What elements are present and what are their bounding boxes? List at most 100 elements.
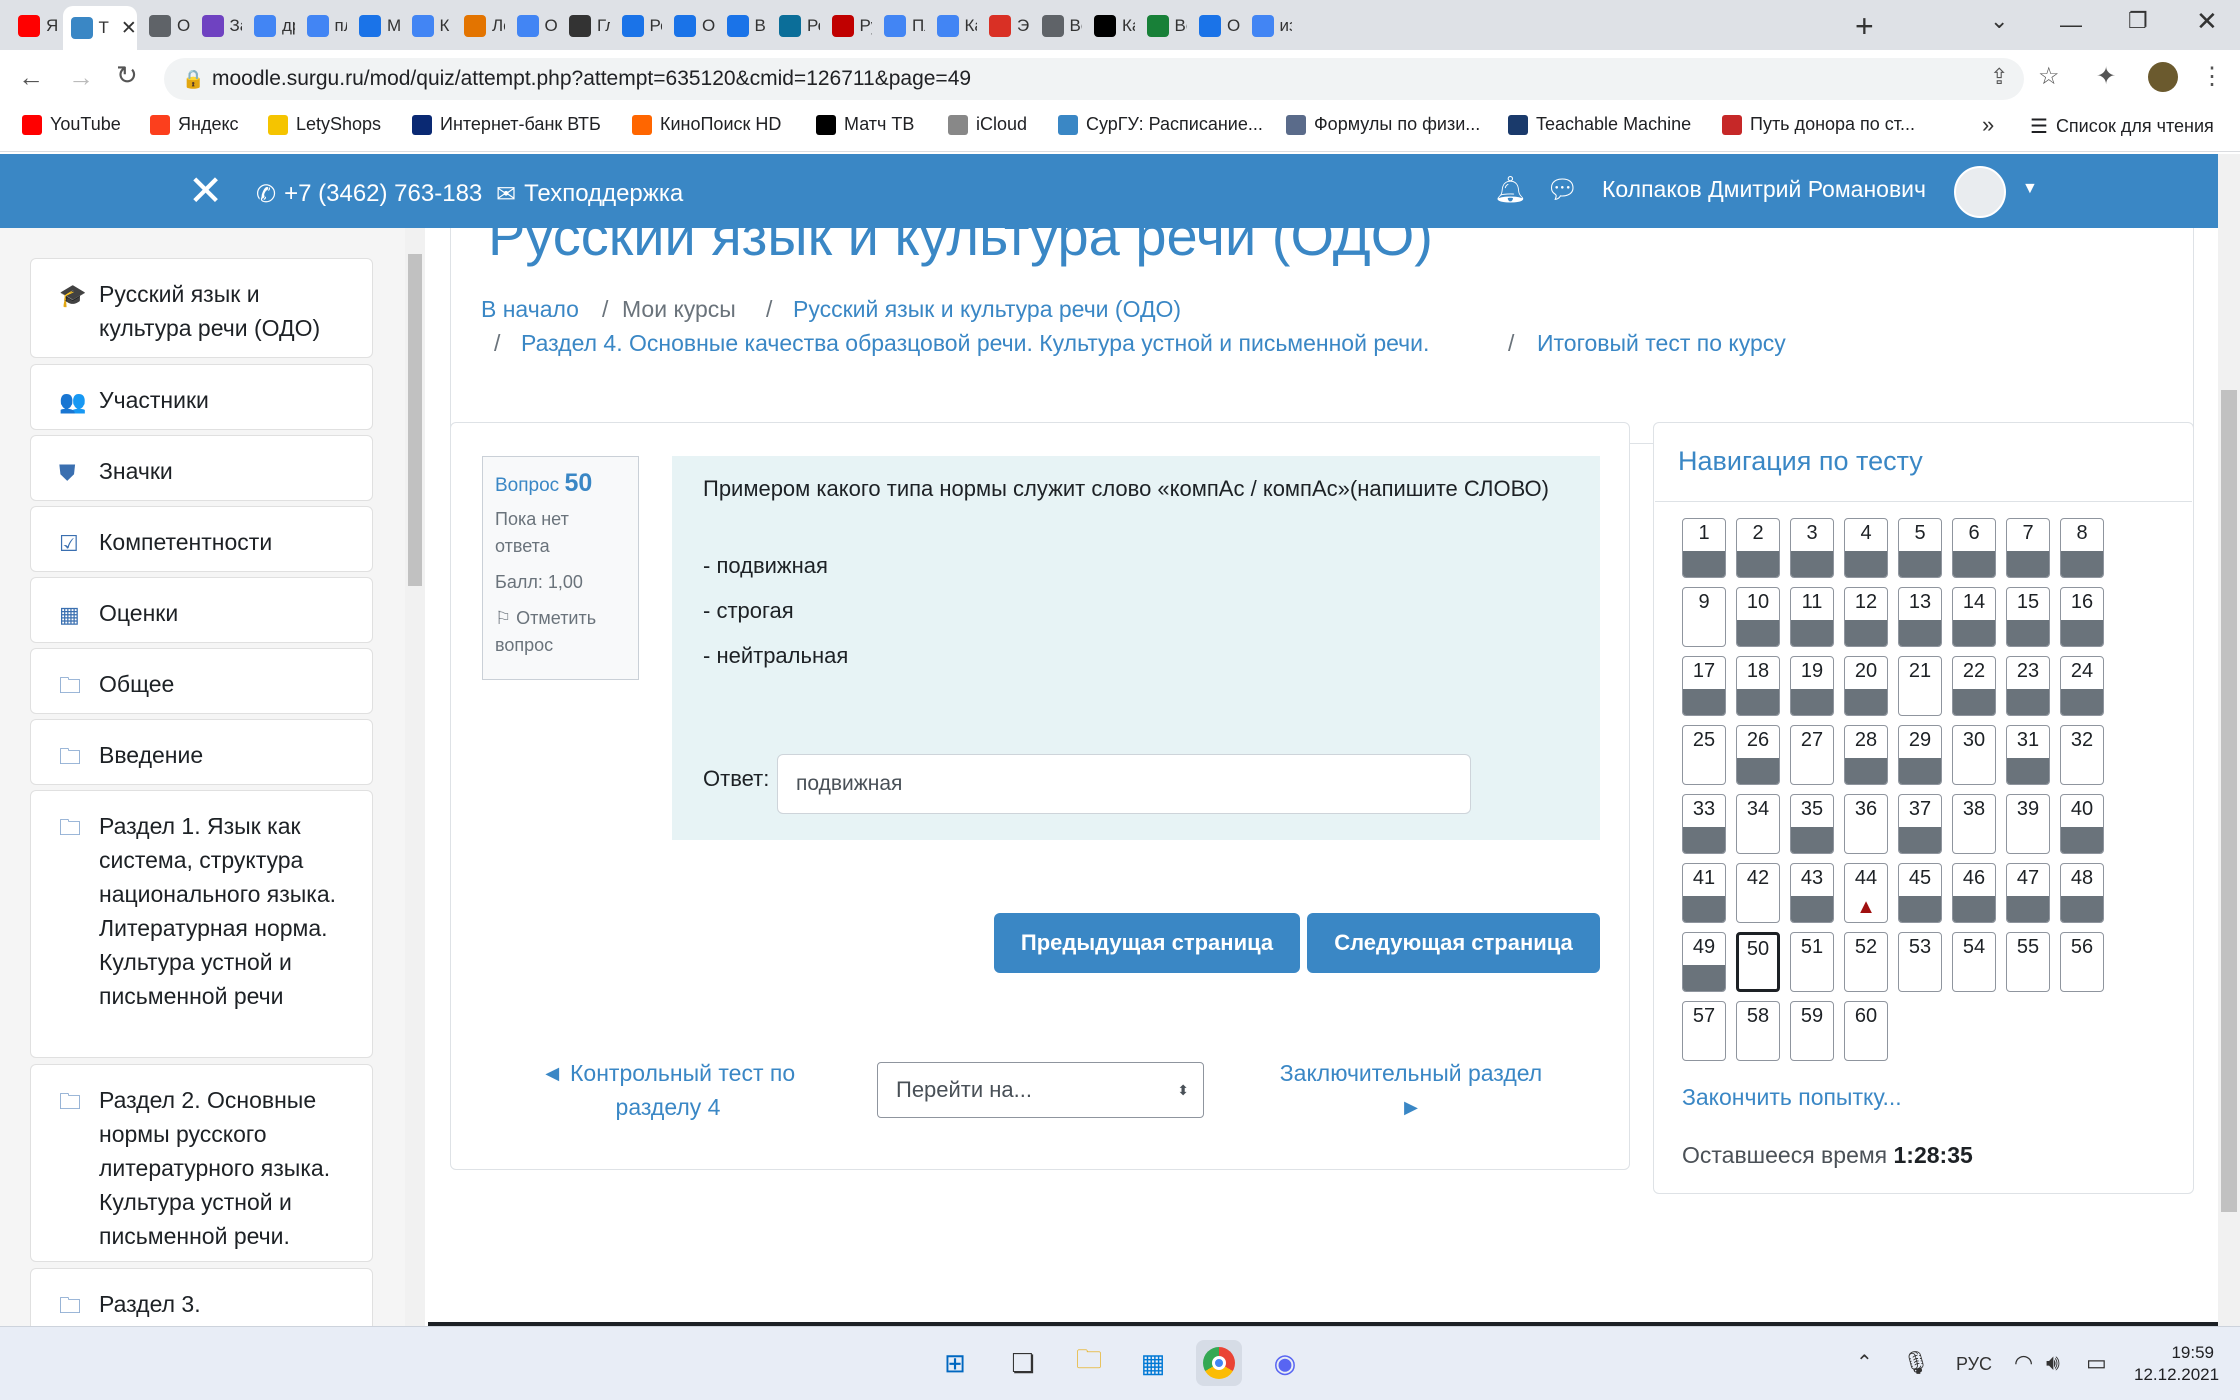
browser-tab[interactable]: др [246, 9, 295, 42]
browser-tab[interactable]: Ре [614, 9, 662, 42]
quiz-nav-button-11[interactable]: 11 [1790, 587, 1834, 647]
quiz-nav-button-25[interactable]: 25 [1682, 725, 1726, 785]
bookmark-item[interactable]: Яндекс [150, 114, 239, 135]
quiz-nav-button-50[interactable]: 50 [1736, 932, 1780, 992]
drawer-item[interactable]: ⛊ Значки [30, 435, 373, 501]
quiz-nav-button-6[interactable]: 6 [1952, 518, 1996, 578]
quiz-nav-button-58[interactable]: 58 [1736, 1001, 1780, 1061]
previous-page-button[interactable]: Предыдущая страница [994, 913, 1300, 973]
quiz-nav-button-18[interactable]: 18 [1736, 656, 1780, 716]
breadcrumb-my-courses[interactable]: Мои курсы [622, 296, 736, 323]
quiz-nav-button-17[interactable]: 17 [1682, 656, 1726, 716]
breadcrumb-quiz[interactable]: Итоговый тест по курсу [1537, 330, 1786, 357]
browser-tab[interactable]: Гл [561, 9, 610, 42]
browser-tab[interactable]: Ка [1086, 9, 1135, 42]
browser-tab[interactable]: От [666, 9, 715, 42]
quiz-nav-button-32[interactable]: 32 [2060, 725, 2104, 785]
page-scrollbar-thumb[interactable] [2221, 390, 2237, 1212]
quiz-nav-button-55[interactable]: 55 [2006, 932, 2050, 992]
browser-tab[interactable]: Ос [141, 9, 190, 42]
support-link[interactable]: ✉ Техподдержка [496, 180, 683, 209]
bookmark-item[interactable]: СурГУ: Расписание... [1058, 114, 1263, 135]
quiz-nav-button-2[interactable]: 2 [1736, 518, 1780, 578]
quiz-nav-button-43[interactable]: 43 [1790, 863, 1834, 923]
quiz-nav-button-23[interactable]: 23 [2006, 656, 2050, 716]
drawer-item[interactable]: 🗀 Раздел 2. Основные нормы русского литер… [30, 1064, 373, 1262]
discord-icon[interactable]: ◉ [1262, 1340, 1308, 1386]
quiz-nav-button-3[interactable]: 3 [1790, 518, 1834, 578]
messages-icon[interactable]: 💬︎ [1546, 174, 1579, 205]
browser-tab[interactable]: Ве [1034, 9, 1082, 42]
browser-tab[interactable]: Я [10, 9, 59, 42]
quiz-nav-button-35[interactable]: 35 [1790, 794, 1834, 854]
browser-tab[interactable]: От [1191, 9, 1240, 42]
browser-tab[interactable]: Ле [456, 9, 505, 42]
chrome-icon[interactable] [1196, 1340, 1242, 1386]
minimize-icon[interactable]: — [2060, 12, 2082, 38]
close-tab-icon[interactable]: ✕ [121, 17, 137, 40]
quiz-nav-button-30[interactable]: 30 [1952, 725, 1996, 785]
share-icon[interactable]: ⇪ [1990, 64, 2008, 90]
flag-question-button[interactable]: ⚐ Отметить вопрос [495, 605, 626, 659]
browser-tab[interactable]: За [194, 9, 242, 42]
reload-icon[interactable]: ↻ [116, 60, 138, 91]
tab-search-icon[interactable]: ⌄ [1990, 8, 2008, 34]
drawer-item[interactable]: 🎓 Русский язык и культура речи (ОДО) [30, 258, 373, 358]
answer-input[interactable] [777, 754, 1471, 814]
quiz-nav-button-12[interactable]: 12 [1844, 587, 1888, 647]
bookmark-star-icon[interactable]: ☆ [2038, 62, 2060, 91]
clock[interactable]: 19:59 12.12.2021 [2134, 1342, 2219, 1386]
back-icon[interactable]: ← [18, 62, 44, 93]
quiz-nav-button-44[interactable]: 44 ▲ [1844, 863, 1888, 923]
quiz-nav-button-19[interactable]: 19 [1790, 656, 1834, 716]
drawer-item[interactable]: 👥 Участники [30, 364, 373, 430]
breadcrumb-course[interactable]: Русский язык и культура речи (ОДО) [793, 296, 1181, 323]
bookmark-item[interactable]: Формулы по физи... [1286, 114, 1480, 135]
volume-icon[interactable]: 🔊︎ [2046, 1350, 2060, 1376]
reading-list-button[interactable]: ☰ Список для чтения [2030, 114, 2214, 139]
quiz-nav-button-49[interactable]: 49 [1682, 932, 1726, 992]
quiz-nav-button-45[interactable]: 45 [1898, 863, 1942, 923]
browser-tab[interactable]: М [351, 9, 400, 42]
quiz-nav-button-22[interactable]: 22 [1952, 656, 1996, 716]
bookmark-item[interactable]: LetyShops [268, 114, 381, 135]
quiz-nav-button-1[interactable]: 1 [1682, 518, 1726, 578]
next-page-button[interactable]: Следующая страница [1307, 913, 1600, 973]
quiz-nav-button-38[interactable]: 38 [1952, 794, 1996, 854]
quiz-nav-button-8[interactable]: 8 [2060, 518, 2104, 578]
new-tab-button[interactable]: + [1855, 8, 1874, 45]
user-menu-caret-icon[interactable]: ▼ [2022, 180, 2038, 198]
bell-icon[interactable]: 🔔︎ [1494, 174, 1527, 205]
browser-tab[interactable]: Ру [824, 9, 872, 42]
jump-to-select[interactable]: Перейти на... ⬍ [877, 1062, 1204, 1118]
quiz-nav-button-5[interactable]: 5 [1898, 518, 1942, 578]
breadcrumb-section[interactable]: Раздел 4. Основные качества образцовой р… [521, 330, 1429, 357]
quiz-nav-button-4[interactable]: 4 [1844, 518, 1888, 578]
quiz-nav-button-29[interactable]: 29 [1898, 725, 1942, 785]
profile-avatar[interactable] [2148, 62, 2178, 92]
close-window-icon[interactable]: ✕ [2196, 6, 2218, 37]
quiz-nav-button-31[interactable]: 31 [2006, 725, 2050, 785]
bookmark-item[interactable]: Интернет-банк ВТБ [412, 114, 601, 135]
previous-activity-link[interactable]: ◄ Контрольный тест по разделу 4 [520, 1056, 816, 1124]
start-icon[interactable]: ⊞ [932, 1340, 978, 1386]
forward-icon[interactable]: → [68, 62, 94, 93]
store-icon[interactable]: ▦ [1130, 1340, 1176, 1386]
restore-icon[interactable]: ❐ [2128, 8, 2148, 34]
quiz-nav-button-14[interactable]: 14 [1952, 587, 1996, 647]
extensions-icon[interactable]: ✦ [2096, 62, 2116, 91]
page-scrollbar[interactable] [2218, 154, 2240, 1326]
browser-tab[interactable]: пл [299, 9, 347, 42]
microphone-icon[interactable]: 🎙︎ [1902, 1350, 1930, 1376]
drawer-item[interactable]: ▦ Оценки [30, 577, 373, 643]
quiz-nav-button-37[interactable]: 37 [1898, 794, 1942, 854]
quiz-nav-button-27[interactable]: 27 [1790, 725, 1834, 785]
next-activity-link[interactable]: Заключительный раздел ► [1266, 1056, 1556, 1124]
quiz-nav-button-28[interactable]: 28 [1844, 725, 1888, 785]
drawer-item[interactable]: 🗀 Введение [30, 719, 373, 785]
drawer-scrollbar[interactable] [405, 228, 425, 1326]
bookmark-item[interactable]: Матч ТВ [816, 114, 914, 135]
wifi-icon[interactable]: ◠ [2014, 1350, 2033, 1376]
quiz-nav-button-16[interactable]: 16 [2060, 587, 2104, 647]
bookmark-item[interactable]: КиноПоиск HD [632, 114, 781, 135]
